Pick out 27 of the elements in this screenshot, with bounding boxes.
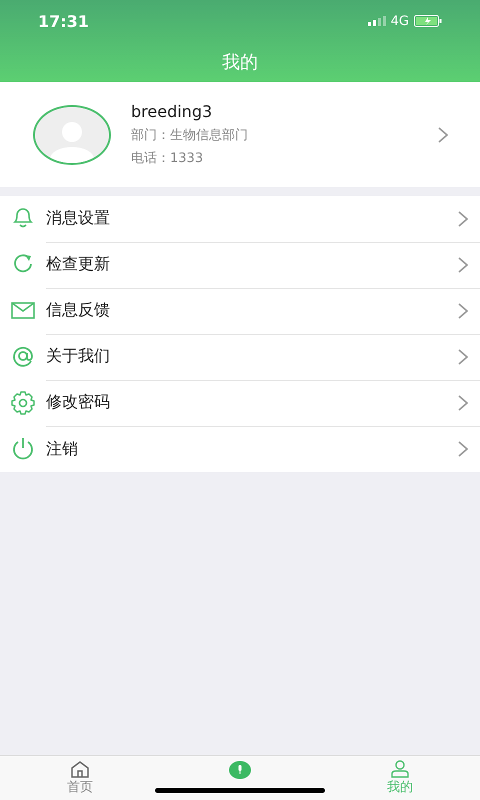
chevron-right-icon [458,348,468,364]
menu-item[interactable]: 关于我们 [0,334,480,380]
menu-item[interactable]: 检查更新 [0,242,480,288]
microphone-icon [229,761,251,779]
chevron-right-icon [438,126,448,142]
menu-item[interactable]: 信息反馈 [0,288,480,334]
home-icon [70,760,90,778]
page-title: 我的 [221,51,259,75]
person-icon [390,760,410,778]
network-label: 4G [390,14,409,28]
chevron-right-icon [458,302,468,318]
department-text: 部门：生物信息部门 [131,127,249,144]
status-time: 17:31 [38,12,89,30]
profile-card[interactable]: breeding3 部门：生物信息部门 电话：1333 [0,82,480,187]
chevron-right-icon [458,256,468,272]
chevron-right-icon [458,394,468,410]
menu-item[interactable]: 修改密码 [0,380,480,426]
menu-item[interactable]: 消息设置 [0,196,480,242]
user-name: breeding3 [131,102,214,121]
chevron-right-icon [458,210,468,226]
chevron-right-icon [458,441,468,457]
signal-icon [368,16,386,26]
gear-icon [10,390,36,416]
menu-item[interactable]: 注销 [0,426,480,472]
battery-icon [414,15,442,27]
power-icon [10,436,36,462]
phone-text: 电话：1333 [131,150,204,167]
